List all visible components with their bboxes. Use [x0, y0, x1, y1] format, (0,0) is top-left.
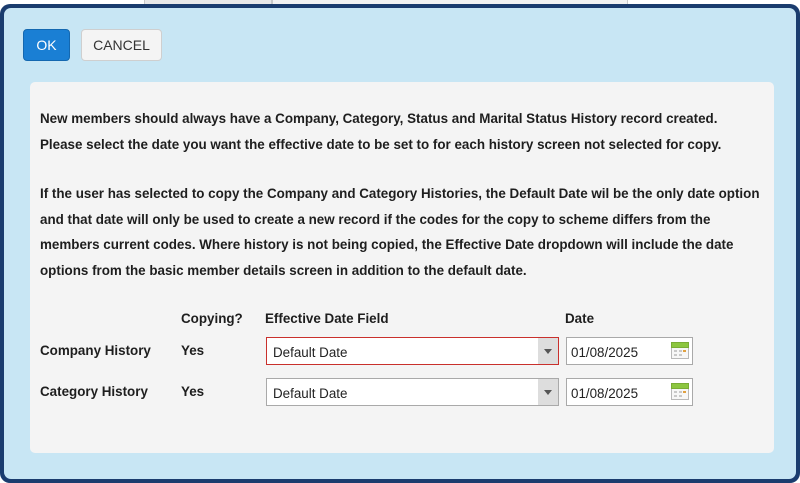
chevron-down-icon[interactable]	[538, 338, 558, 364]
category-effective-date-select[interactable]: Default Date	[266, 378, 559, 406]
chevron-down-icon[interactable]	[538, 379, 558, 405]
select-value: Default Date	[273, 345, 348, 360]
company-date-input[interactable]: 01/08/2025	[566, 337, 693, 365]
dialog-body: OK CANCEL New members should always have…	[4, 8, 796, 479]
content-panel: New members should always have a Company…	[30, 82, 774, 453]
intro-paragraph: New members should always have a Company…	[40, 111, 722, 152]
date-value: 01/08/2025	[571, 386, 639, 401]
date-column-header: Date	[565, 311, 595, 326]
copying-column-header: Copying?	[181, 311, 243, 326]
ok-button[interactable]: OK	[23, 29, 70, 61]
history-date-dialog: OK CANCEL New members should always have…	[0, 4, 800, 483]
category-history-label: Category History	[40, 384, 148, 399]
date-value: 01/08/2025	[571, 345, 639, 360]
calendar-icon[interactable]	[671, 383, 689, 400]
category-date-input[interactable]: 01/08/2025	[566, 378, 693, 406]
effective-date-field-column-header: Effective Date Field	[265, 311, 389, 326]
explanation-paragraph: If the user has selected to copy the Com…	[40, 186, 760, 278]
company-history-label: Company History	[40, 343, 151, 358]
company-history-copying: Yes	[181, 343, 205, 358]
select-value: Default Date	[273, 386, 348, 401]
calendar-icon[interactable]	[671, 342, 689, 359]
cancel-button[interactable]: CANCEL	[81, 29, 162, 61]
company-effective-date-select[interactable]: Default Date	[266, 337, 559, 365]
category-history-copying: Yes	[181, 384, 205, 399]
